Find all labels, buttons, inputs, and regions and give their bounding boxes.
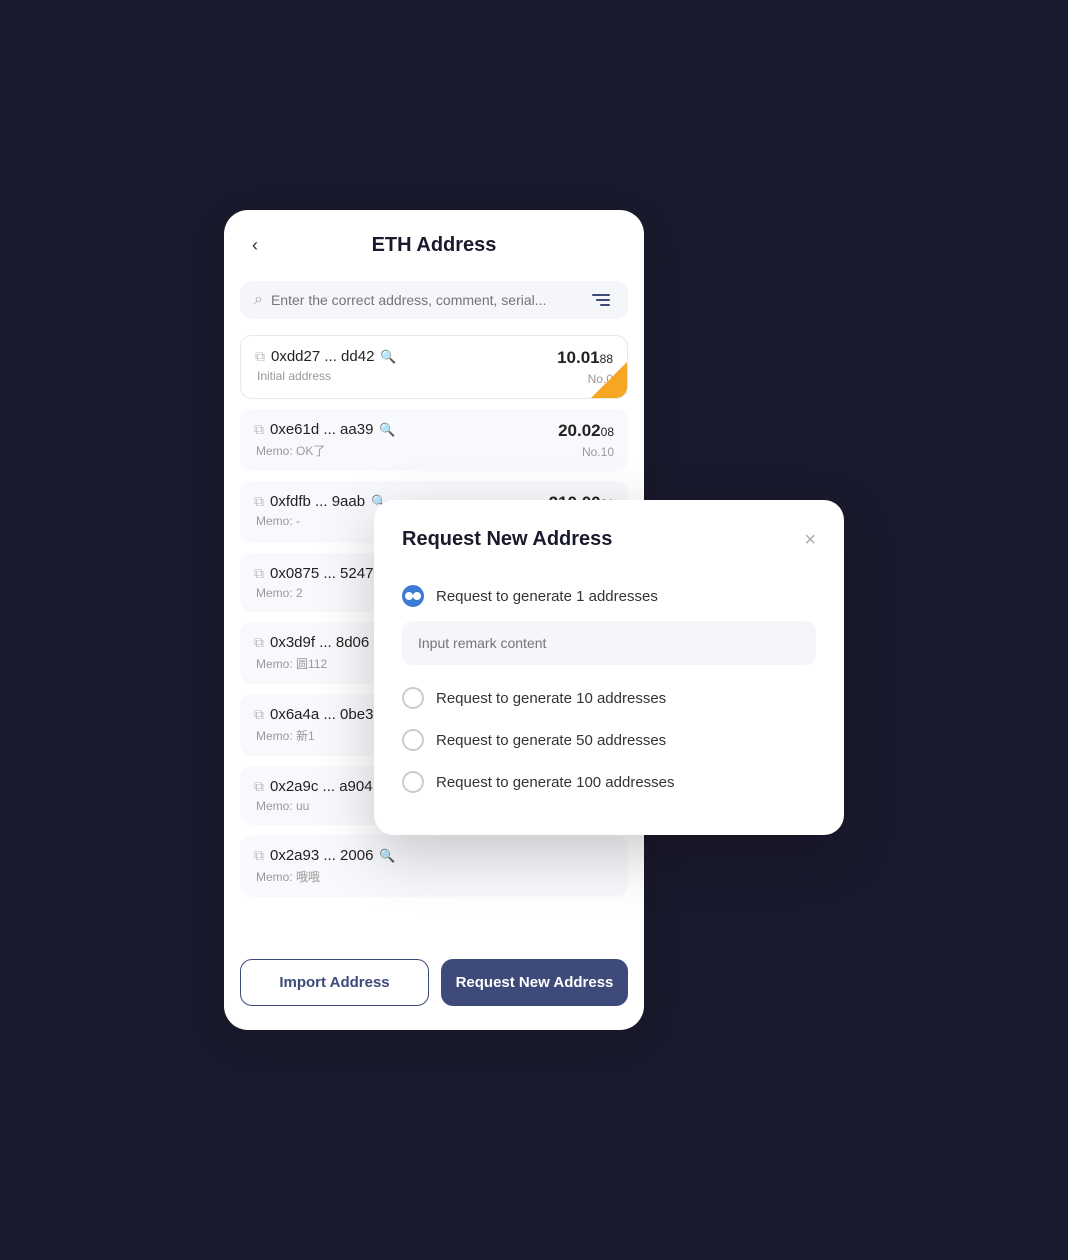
remark-input[interactable] (402, 621, 816, 665)
address-right-1: 20.0208 No.10 (558, 421, 614, 459)
address-num-1: No.10 (582, 445, 614, 459)
radio-option-3[interactable]: Request to generate 100 addresses (402, 761, 816, 803)
copy-icon-0[interactable]: ⧉ (255, 348, 265, 365)
address-item-7[interactable]: ⧉ 0x2a93 ... 2006 🔍 Memo: 哦哦 (240, 835, 628, 897)
copy-icon-1[interactable]: ⧉ (254, 421, 264, 438)
address-item-1[interactable]: ⧉ 0xe61d ... aa39 🔍 Memo: OK了 20.0208 No… (240, 409, 628, 471)
radio-label-1: Request to generate 10 addresses (436, 690, 666, 707)
address-text-4: 0x3d9f ... 8d06 (270, 634, 369, 651)
address-left-2: ⧉ 0xfdfb ... 9aab 🔍 Memo: - (254, 493, 387, 528)
address-memo-1: Memo: OK了 (254, 442, 396, 459)
radio-label-0: Request to generate 1 addresses (436, 588, 658, 605)
modal-header: Request New Address × (402, 528, 816, 551)
selected-badge (591, 362, 627, 398)
address-memo-0: Initial address (255, 369, 397, 383)
address-memo-2: Memo: - (254, 514, 387, 528)
back-button[interactable]: ‹ (244, 231, 266, 260)
modal-title: Request New Address (402, 528, 612, 551)
amount-main-1: 20.02 (558, 421, 601, 440)
radio-circle-3 (402, 771, 424, 793)
address-top-4: ⧉ 0x3d9f ... 8d06 🔍 (254, 634, 391, 651)
search-addr-icon-7[interactable]: 🔍 (379, 848, 395, 864)
address-text-0: 0xdd27 ... dd42 (271, 348, 374, 365)
modal-close-button[interactable]: × (804, 530, 816, 550)
filter-button[interactable] (588, 294, 614, 306)
copy-icon-4[interactable]: ⧉ (254, 634, 264, 651)
search-addr-icon-0[interactable]: 🔍 (380, 349, 396, 365)
address-left-1: ⧉ 0xe61d ... aa39 🔍 Memo: OK了 (254, 421, 396, 459)
copy-icon-5[interactable]: ⧉ (254, 706, 264, 723)
card-footer: Import Address Request New Address (224, 943, 644, 1006)
radio-label-3: Request to generate 100 addresses (436, 774, 675, 791)
radio-option-0[interactable]: Request to generate 1 addresses (402, 575, 816, 617)
radio-option-1[interactable]: Request to generate 10 addresses (402, 677, 816, 719)
amount-decimal-1: 08 (601, 425, 614, 439)
search-icon: ⌕ (254, 291, 263, 309)
radio-circle-0 (402, 585, 424, 607)
search-input[interactable] (271, 292, 580, 308)
address-text-7: 0x2a93 ... 2006 (270, 847, 373, 864)
radio-label-2: Request to generate 50 addresses (436, 732, 666, 749)
card-header: ‹ ETH Address (224, 210, 644, 273)
radio-circle-2 (402, 729, 424, 751)
search-bar: ⌕ (240, 281, 628, 319)
copy-icon-7[interactable]: ⧉ (254, 847, 264, 864)
filter-icon (592, 294, 610, 306)
search-addr-icon-1[interactable]: 🔍 (379, 422, 395, 438)
address-text-1: 0xe61d ... aa39 (270, 421, 373, 438)
address-text-6: 0x2a9c ... a904 (270, 778, 373, 795)
request-address-button[interactable]: Request New Address (441, 959, 628, 1006)
page-title: ETH Address (372, 234, 497, 257)
import-address-button[interactable]: Import Address (240, 959, 429, 1006)
address-top-2: ⧉ 0xfdfb ... 9aab 🔍 (254, 493, 387, 510)
address-top-0: ⧉ 0xdd27 ... dd42 🔍 (255, 348, 397, 365)
address-text-3: 0x0875 ... 5247 (270, 565, 373, 582)
address-text-5: 0x6a4a ... 0be3 (270, 706, 373, 723)
address-memo-7: Memo: 哦哦 (254, 868, 396, 885)
address-left-4: ⧉ 0x3d9f ... 8d06 🔍 Memo: 圆112 (254, 634, 391, 672)
address-text-2: 0xfdfb ... 9aab (270, 493, 365, 510)
modal-options: Request to generate 1 addresses Request … (402, 575, 816, 803)
address-left-0: ⧉ 0xdd27 ... dd42 🔍 Initial address (255, 348, 397, 383)
address-left-7: ⧉ 0x2a93 ... 2006 🔍 Memo: 哦哦 (254, 847, 396, 885)
address-item-0[interactable]: ⧉ 0xdd27 ... dd42 🔍 Initial address 10.0… (240, 335, 628, 399)
address-top-7: ⧉ 0x2a93 ... 2006 🔍 (254, 847, 396, 864)
modal-card: Request New Address × Request to generat… (374, 500, 844, 835)
copy-icon-6[interactable]: ⧉ (254, 778, 264, 795)
address-top-1: ⧉ 0xe61d ... aa39 🔍 (254, 421, 396, 438)
radio-circle-1 (402, 687, 424, 709)
address-amount-1: 20.0208 (558, 421, 614, 441)
copy-icon-2[interactable]: ⧉ (254, 493, 264, 510)
radio-option-2[interactable]: Request to generate 50 addresses (402, 719, 816, 761)
radio-dot-0 (405, 592, 413, 600)
address-memo-4: Memo: 圆112 (254, 655, 391, 672)
copy-icon-3[interactable]: ⧉ (254, 565, 264, 582)
